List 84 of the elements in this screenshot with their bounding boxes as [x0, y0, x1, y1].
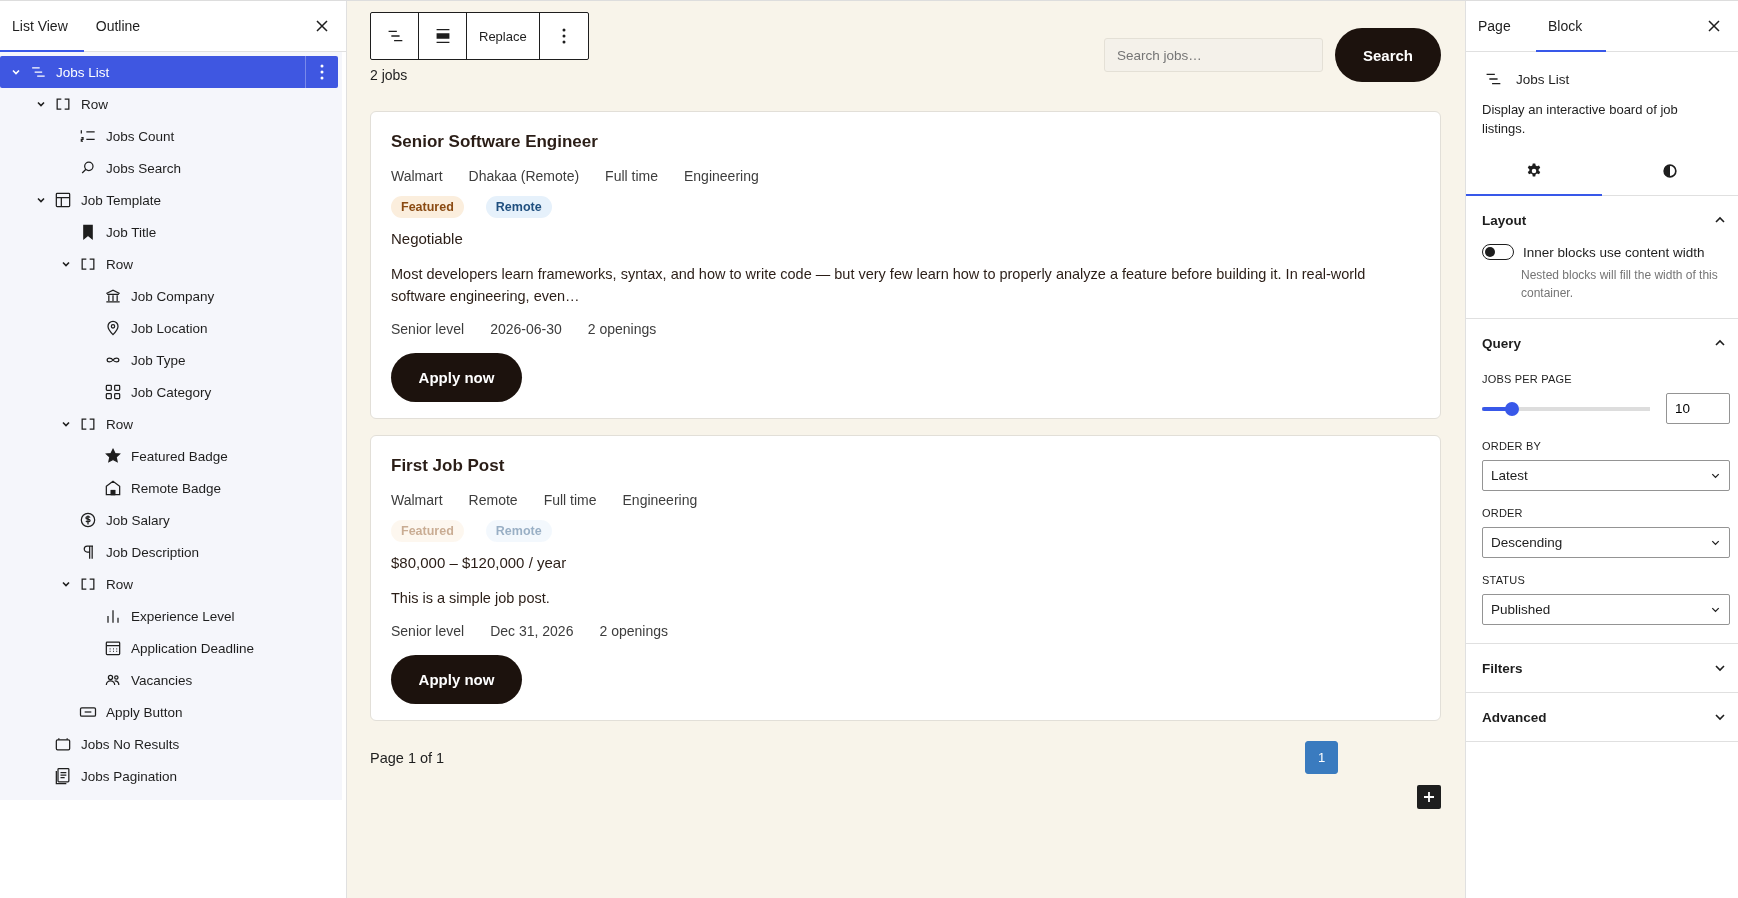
job-title: First Job Post: [391, 456, 506, 476]
tree-item[interactable]: Job Company: [0, 280, 338, 312]
section-header[interactable]: Filters: [1466, 644, 1738, 692]
field-label: STATUS: [1481, 573, 1526, 588]
select-field[interactable]: Latest: [1482, 460, 1730, 491]
job-meta: Walmart: [391, 492, 443, 508]
select-field[interactable]: Published: [1482, 594, 1730, 625]
job-detail: 2026-06-30: [490, 321, 562, 337]
job-badge: Remote: [485, 196, 552, 218]
grid-icon: [103, 382, 123, 402]
tree-item[interactable]: Remote Badge: [0, 472, 338, 504]
field-label: ORDER: [1481, 506, 1524, 521]
tree-item[interactable]: Jobs No Results: [0, 728, 338, 760]
page-button[interactable]: 1: [1305, 741, 1338, 774]
page-label: Page 1 of 1: [370, 749, 445, 766]
job-badge: Featured: [391, 196, 464, 218]
search-field[interactable]: Search jobs…: [1104, 38, 1323, 72]
number-field[interactable]: 10: [1666, 393, 1730, 424]
tree-item[interactable]: Job Description: [0, 536, 338, 568]
job-badge: Remote: [485, 520, 552, 542]
job-badge: Featured: [391, 520, 464, 542]
tree-item[interactable]: Job Title: [0, 216, 338, 248]
panel-tab[interactable]: Outline: [83, 1, 157, 52]
tree-item[interactable]: Apply Button: [0, 696, 338, 728]
apply-button[interactable]: Apply now: [391, 655, 522, 704]
tree-item[interactable]: Row: [0, 248, 338, 280]
search-button[interactable]: Search: [1335, 28, 1441, 82]
field-label: ORDER BY: [1481, 439, 1543, 454]
job-meta: Dhakaa (Remote): [468, 168, 580, 184]
job-detail: 2 openings: [587, 321, 657, 337]
section-header[interactable]: Query: [1466, 319, 1738, 367]
help-text: Nested blocks will fill the width of this container.: [1521, 267, 1719, 302]
job-meta: Full time: [543, 492, 597, 508]
chevron-icon: [1714, 711, 1726, 723]
tree-item[interactable]: Jobs Search: [0, 152, 338, 184]
tree-item[interactable]: Job Template: [0, 184, 338, 216]
tree-item[interactable]: Experience Level: [0, 600, 338, 632]
section-header[interactable]: Advanced: [1466, 693, 1738, 741]
job-meta: Remote: [468, 492, 518, 508]
tree-item[interactable]: Row: [0, 408, 338, 440]
toggle-label: Inner blocks use content width: [1523, 244, 1705, 260]
job-description: Most developers learn frameworks, syntax, and how to write code — but very few learn how to properly analyze a feature before building it. In real-world software engineering, even…: [391, 265, 1367, 306]
apply-button[interactable]: Apply now: [391, 353, 522, 402]
tree-item[interactable]: Application Deadline: [0, 632, 338, 664]
job-meta: Engineering: [684, 168, 759, 184]
tree-item[interactable]: Job Category: [0, 376, 338, 408]
job-meta: Walmart: [391, 168, 443, 184]
tree-item[interactable]: Row: [0, 88, 338, 120]
job-salary: $80,000 – $120,000 / year: [391, 554, 568, 571]
home-icon: [103, 478, 123, 498]
job-detail: Senior level: [391, 321, 465, 337]
tree-item[interactable]: Job Salary: [0, 504, 338, 536]
select-field[interactable]: Descending: [1482, 527, 1730, 558]
replace-button[interactable]: Replace: [467, 13, 540, 59]
jobs-count: 2 jobs: [370, 67, 409, 83]
slider-thumb[interactable]: [1505, 401, 1520, 416]
section-header[interactable]: Layout: [1466, 196, 1738, 244]
tree-item[interactable]: Jobs Count: [0, 120, 338, 152]
dollar-icon: [78, 510, 98, 530]
tree-item[interactable]: Job Type: [0, 344, 338, 376]
job-detail: Senior level: [391, 623, 465, 639]
tree-item[interactable]: Featured Badge: [0, 440, 338, 472]
job-detail: 2 openings: [599, 623, 668, 639]
tree-item[interactable]: Vacancies: [0, 664, 338, 696]
job-description: This is a simple job post.: [391, 589, 551, 608]
close-icon[interactable]: [1708, 20, 1720, 32]
template-icon: [53, 190, 73, 210]
chevron-icon: [1714, 662, 1726, 674]
block-name: Jobs List: [1516, 71, 1570, 87]
job-detail: Dec 31, 2026: [490, 623, 574, 639]
tree-item[interactable]: Jobs Pagination: [0, 760, 338, 792]
contrast-icon: [1660, 161, 1680, 181]
job-title: Senior Software Engineer: [391, 132, 599, 152]
close-icon[interactable]: [316, 20, 328, 32]
field-label: JOBS PER PAGE: [1481, 372, 1573, 387]
tree-item[interactable]: Row: [0, 568, 338, 600]
block-description: Display an interactive board of job listings.: [1482, 101, 1679, 138]
panel-tab[interactable]: Page: [1466, 1, 1536, 52]
tree-item[interactable]: Job Location: [0, 312, 338, 344]
job-meta: Engineering: [622, 492, 698, 508]
job-salary: Negotiable: [391, 230, 464, 247]
add-block-icon[interactable]: [1417, 785, 1441, 809]
panel-tab[interactable]: Block: [1536, 1, 1606, 52]
job-meta: Full time: [605, 168, 658, 184]
